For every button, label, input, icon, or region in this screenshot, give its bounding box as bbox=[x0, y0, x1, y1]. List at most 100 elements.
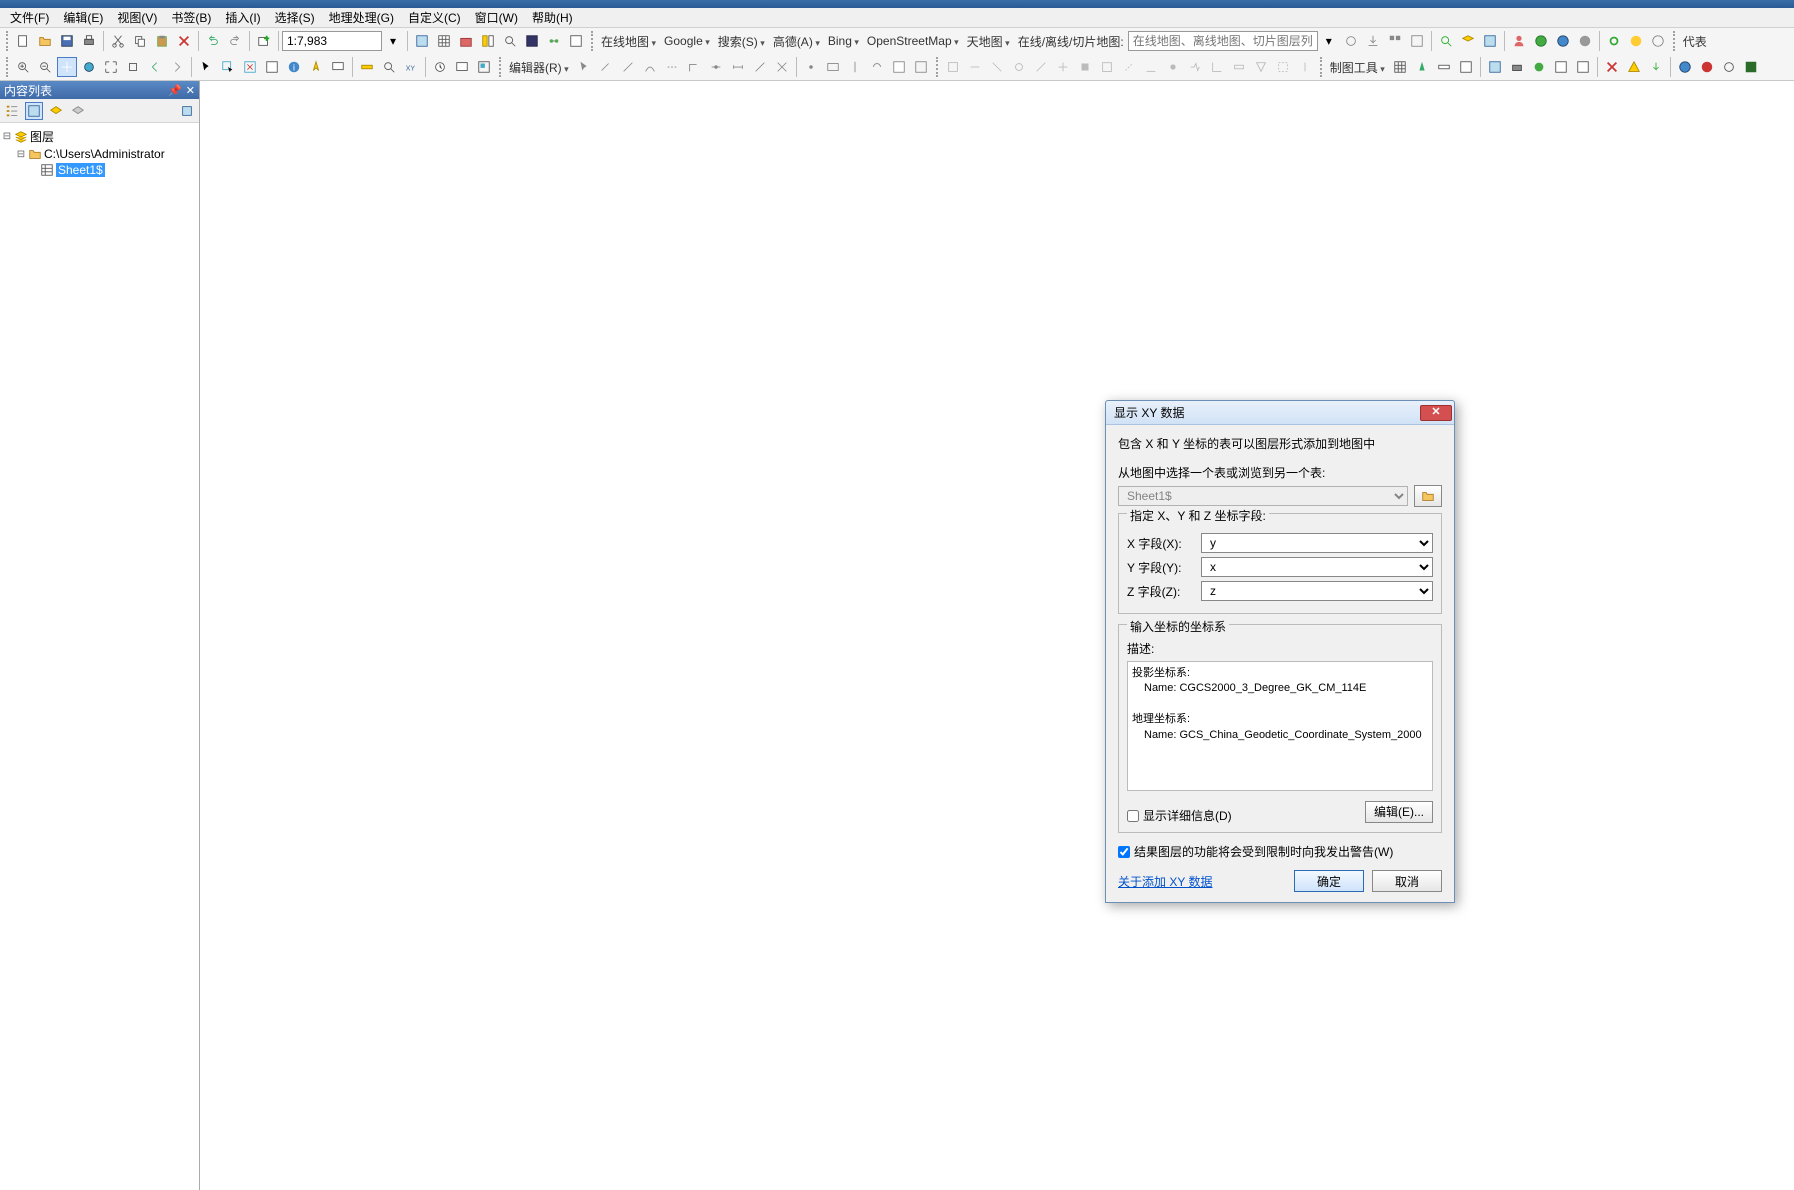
menu-file[interactable]: 文件(F) bbox=[4, 7, 55, 28]
tree-root[interactable]: ⊟ 图层 bbox=[2, 127, 197, 146]
tree-sheet[interactable]: Sheet1$ bbox=[2, 162, 197, 178]
ed-tool-11-icon[interactable] bbox=[1163, 57, 1183, 77]
search-win-icon[interactable] bbox=[500, 31, 520, 51]
tree-folder[interactable]: ⊟ C:\Users\Administrator bbox=[2, 146, 197, 162]
add-data-icon[interactable] bbox=[254, 31, 274, 51]
toolbar-search[interactable]: 搜索(S) bbox=[714, 33, 769, 50]
sketch-icon[interactable] bbox=[911, 57, 931, 77]
show-detail-checkbox-row[interactable]: 显示详细信息(D) bbox=[1127, 807, 1232, 824]
select-features-icon[interactable] bbox=[218, 57, 238, 77]
toc-list-by-selection-icon[interactable] bbox=[69, 102, 87, 120]
ed-tool-3-icon[interactable] bbox=[987, 57, 1007, 77]
toc-pin-icon[interactable]: 📌 bbox=[168, 84, 182, 97]
toolbar-google[interactable]: Google bbox=[660, 34, 714, 48]
arc-seg-icon[interactable] bbox=[640, 57, 660, 77]
editor-menu[interactable]: 编辑器(R) bbox=[505, 59, 573, 76]
ed-tool-5-icon[interactable] bbox=[1031, 57, 1051, 77]
edit-vertex-icon[interactable] bbox=[596, 57, 616, 77]
toolbar-online-map[interactable]: 在线地图 bbox=[597, 33, 660, 50]
select-arrow-icon[interactable] bbox=[196, 57, 216, 77]
menu-select[interactable]: 选择(S) bbox=[269, 7, 321, 28]
feature-icon[interactable] bbox=[1573, 57, 1593, 77]
earth-icon[interactable] bbox=[1675, 57, 1695, 77]
layer-list-icon[interactable] bbox=[1458, 31, 1478, 51]
grid-frame-icon[interactable] bbox=[1390, 57, 1410, 77]
edit-annot-icon[interactable] bbox=[823, 57, 843, 77]
toc-list-by-drawing-icon[interactable] bbox=[3, 102, 21, 120]
ed-tool-1-icon[interactable] bbox=[943, 57, 963, 77]
coord-icon[interactable] bbox=[1480, 31, 1500, 51]
toc-list-by-source-icon[interactable] bbox=[25, 102, 43, 120]
toolbar-tianditu[interactable]: 天地图 bbox=[963, 33, 1014, 50]
page-setup-icon[interactable] bbox=[1529, 57, 1549, 77]
right-angle-icon[interactable] bbox=[684, 57, 704, 77]
opts-icon[interactable] bbox=[1719, 57, 1739, 77]
del-red-icon[interactable] bbox=[1602, 57, 1622, 77]
catalog-icon[interactable] bbox=[478, 31, 498, 51]
legend-icon[interactable] bbox=[1456, 57, 1476, 77]
copy-icon[interactable] bbox=[130, 31, 150, 51]
ed-tool-8-icon[interactable] bbox=[1097, 57, 1117, 77]
info-icon[interactable] bbox=[1575, 31, 1595, 51]
results-icon[interactable] bbox=[566, 31, 586, 51]
table-icon[interactable] bbox=[434, 31, 454, 51]
rotate-icon[interactable] bbox=[867, 57, 887, 77]
time-slider-icon[interactable] bbox=[430, 57, 450, 77]
mapping-tools-menu[interactable]: 制图工具 bbox=[1326, 59, 1389, 76]
grid-icon[interactable] bbox=[1407, 31, 1427, 51]
ed-tool-10-icon[interactable] bbox=[1141, 57, 1161, 77]
z-field-select[interactable]: z bbox=[1201, 581, 1433, 601]
ed-tool-7-icon[interactable] bbox=[1075, 57, 1095, 77]
full-extent-icon[interactable] bbox=[79, 57, 99, 77]
overview-icon[interactable] bbox=[474, 57, 494, 77]
redo-icon[interactable] bbox=[225, 31, 245, 51]
collapse-icon[interactable]: ⊟ bbox=[16, 149, 26, 160]
next-extent-icon[interactable] bbox=[167, 57, 187, 77]
print-icon[interactable] bbox=[79, 31, 99, 51]
trace-icon[interactable] bbox=[662, 57, 682, 77]
user-icon[interactable] bbox=[1509, 31, 1529, 51]
ed-tool-9-icon[interactable] bbox=[1119, 57, 1139, 77]
dialog-titlebar[interactable]: 显示 XY 数据 ✕ bbox=[1106, 401, 1454, 425]
menu-help[interactable]: 帮助(H) bbox=[526, 7, 579, 28]
toolbar-bing[interactable]: Bing bbox=[824, 34, 863, 48]
collapse-icon[interactable]: ⊟ bbox=[2, 131, 12, 142]
ed-tool-12-icon[interactable] bbox=[1185, 57, 1205, 77]
scale-dropdown-icon[interactable]: ▾ bbox=[383, 31, 403, 51]
ed-tool-4-icon[interactable] bbox=[1009, 57, 1029, 77]
show-detail-checkbox[interactable] bbox=[1127, 810, 1139, 822]
open-icon[interactable] bbox=[35, 31, 55, 51]
toc-close-icon[interactable]: ✕ bbox=[186, 84, 195, 97]
online-map-list-input[interactable] bbox=[1128, 31, 1318, 51]
goto-xy-icon[interactable]: XY bbox=[401, 57, 421, 77]
export-map-icon[interactable] bbox=[1485, 57, 1505, 77]
pan-icon[interactable] bbox=[57, 57, 77, 77]
warn-checkbox[interactable] bbox=[1118, 846, 1130, 858]
cancel-button[interactable]: 取消 bbox=[1372, 870, 1442, 892]
print-map-icon[interactable] bbox=[1507, 57, 1527, 77]
toc-list-by-visibility-icon[interactable] bbox=[47, 102, 65, 120]
model-icon[interactable] bbox=[544, 31, 564, 51]
distance-icon[interactable] bbox=[728, 57, 748, 77]
arrow-down-icon[interactable] bbox=[1646, 57, 1666, 77]
edit-point-icon[interactable] bbox=[801, 57, 821, 77]
map-canvas[interactable] bbox=[200, 81, 1794, 1190]
zoom-in-icon[interactable] bbox=[13, 57, 33, 77]
ed-tool-2-icon[interactable] bbox=[965, 57, 985, 77]
toolbar-osm[interactable]: OpenStreetMap bbox=[863, 34, 963, 48]
editor-toolbar-icon[interactable] bbox=[412, 31, 432, 51]
menu-geoprocess[interactable]: 地理处理(G) bbox=[323, 7, 400, 28]
toc-options-icon[interactable] bbox=[178, 102, 196, 120]
north-arrow-icon[interactable] bbox=[1412, 57, 1432, 77]
menu-window[interactable]: 窗口(W) bbox=[469, 7, 524, 28]
viewer-icon[interactable] bbox=[452, 57, 472, 77]
toc-tree[interactable]: ⊟ 图层 ⊟ C:\Users\Administrator Sheet1$ bbox=[0, 123, 199, 1190]
menu-edit[interactable]: 编辑(E) bbox=[57, 7, 109, 28]
ed-tool-16-icon[interactable] bbox=[1273, 57, 1293, 77]
warn-checkbox-row[interactable]: 结果图层的功能将会受到限制时向我发出警告(W) bbox=[1118, 843, 1442, 860]
identify-icon[interactable]: i bbox=[284, 57, 304, 77]
toolbar-gaode[interactable]: 高德(A) bbox=[769, 33, 824, 50]
zoom-out-icon[interactable] bbox=[35, 57, 55, 77]
about-icon[interactable] bbox=[1648, 31, 1668, 51]
menu-insert[interactable]: 插入(I) bbox=[219, 7, 266, 28]
